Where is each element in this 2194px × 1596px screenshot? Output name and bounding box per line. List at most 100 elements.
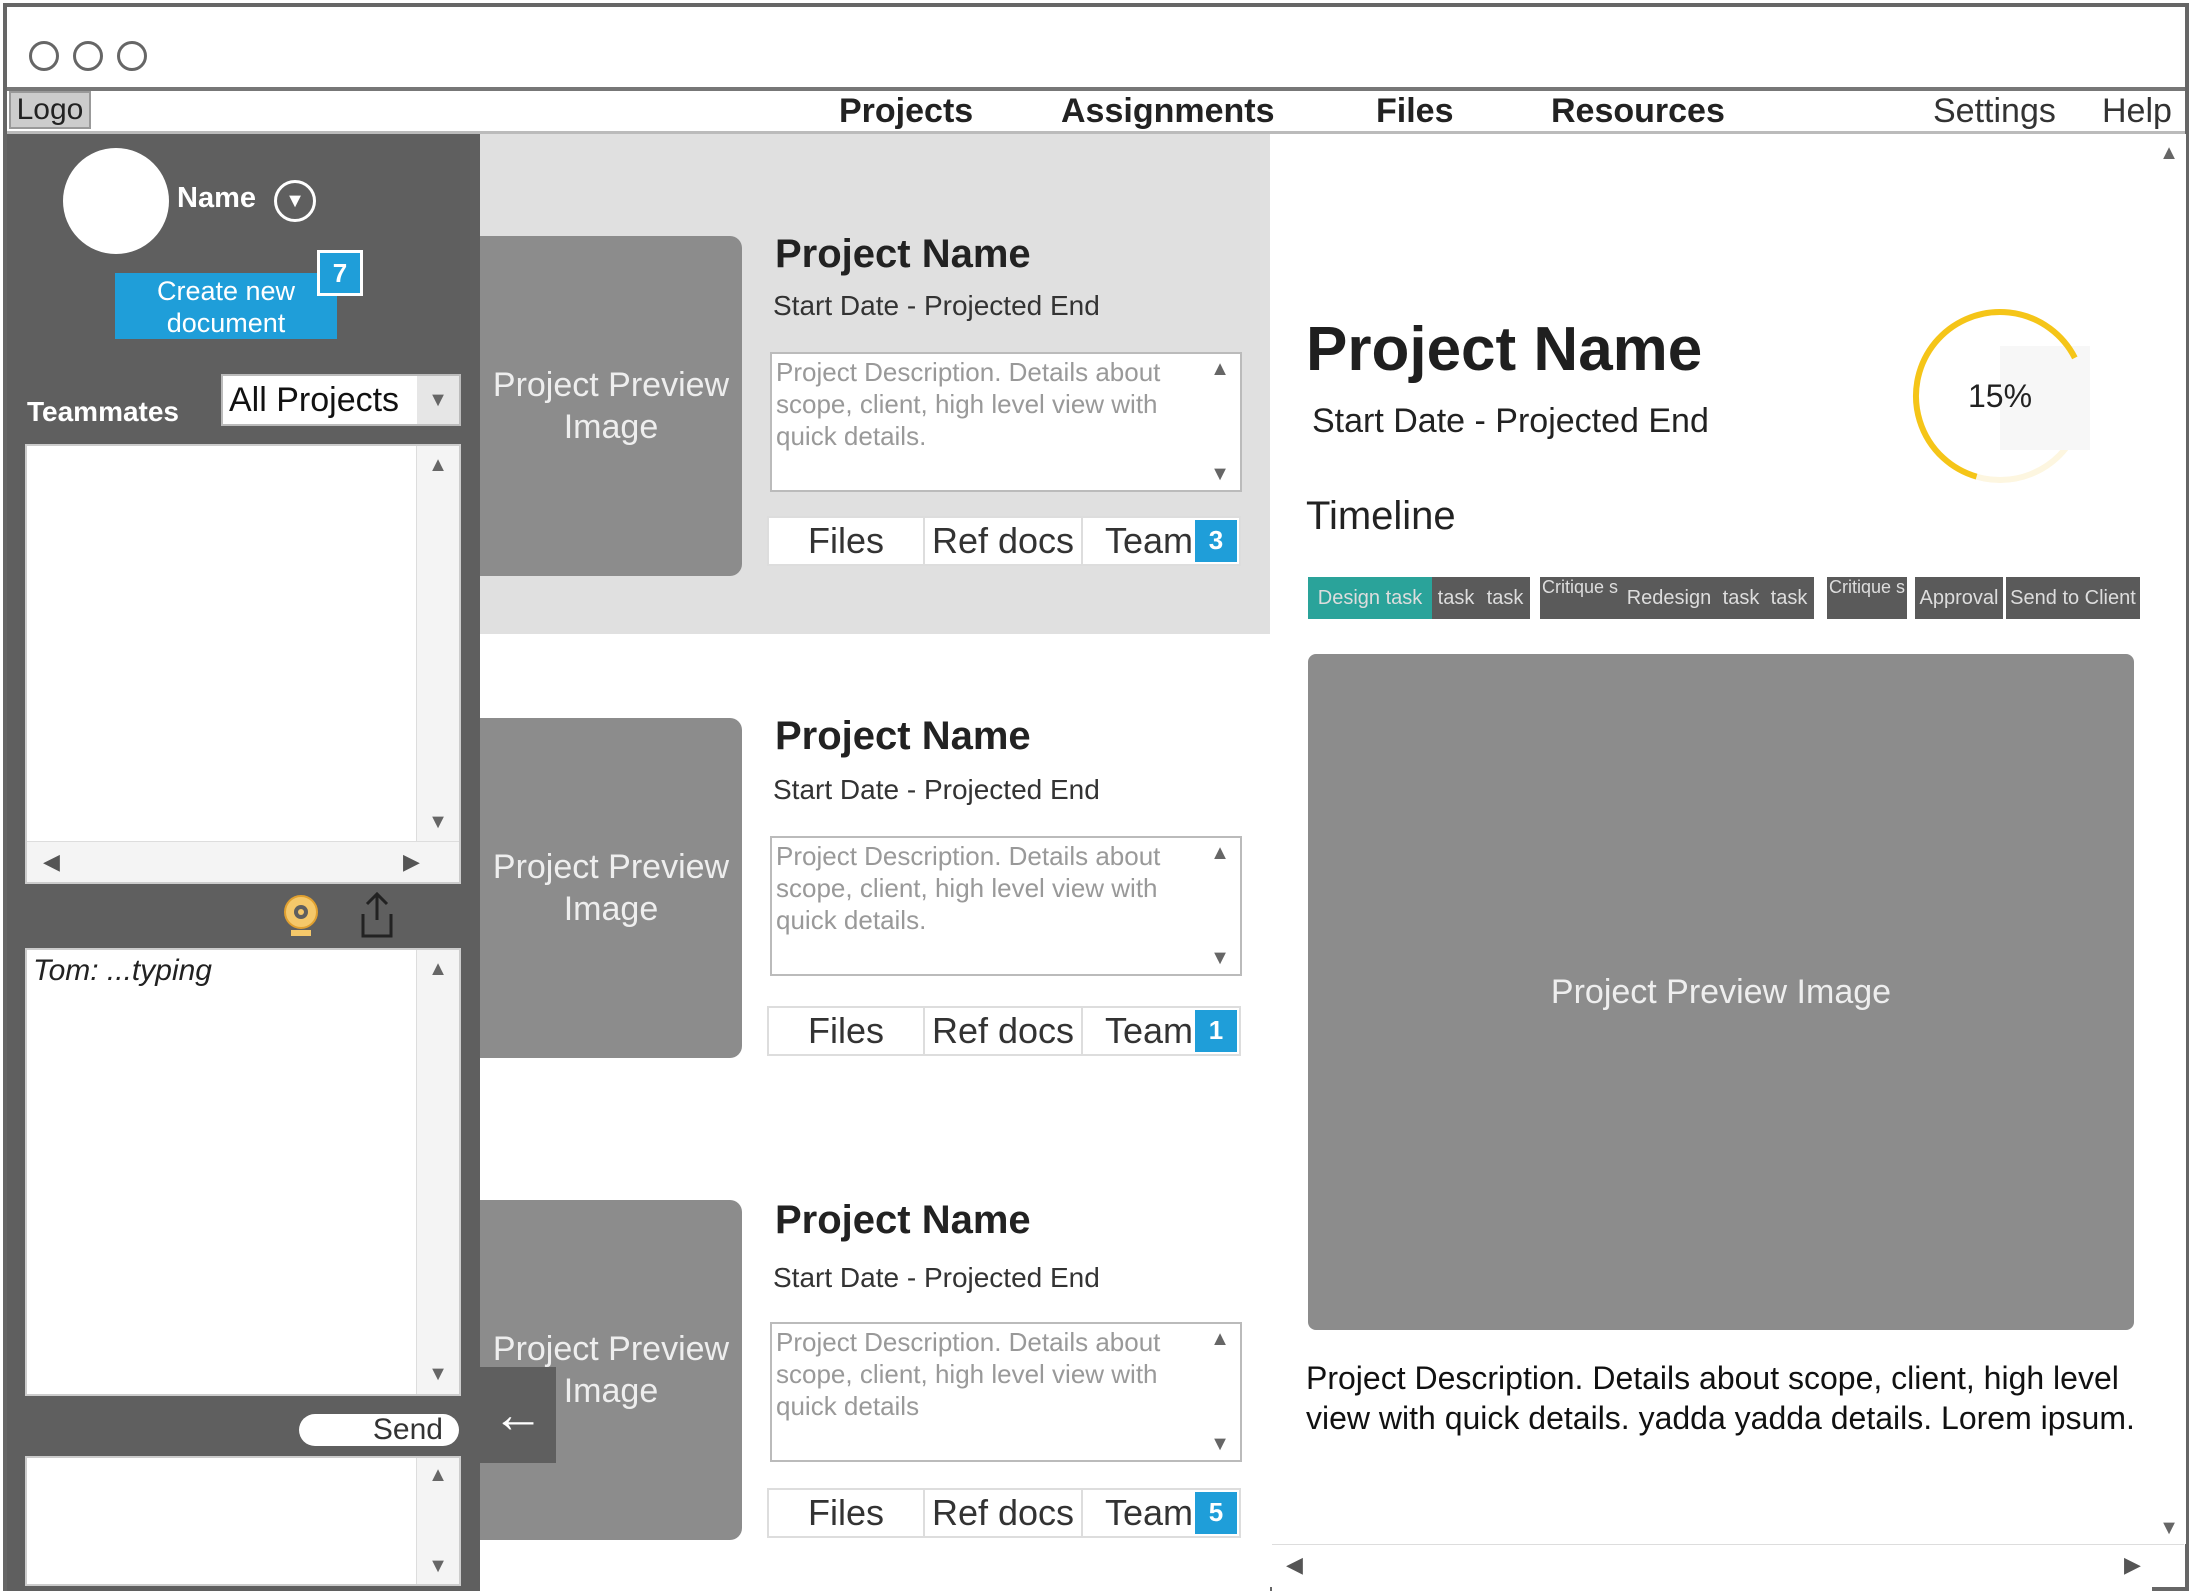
team-badge[interactable]: 5 bbox=[1193, 1490, 1239, 1536]
scroll-down-icon[interactable]: ▼ bbox=[1200, 463, 1240, 486]
tab-files[interactable]: Files bbox=[769, 518, 925, 564]
scroll-up-icon[interactable]: ▲ bbox=[417, 454, 459, 477]
chevron-down-icon[interactable]: ▼ bbox=[417, 376, 459, 424]
app-window: Logo Projects Assignments Files Resource… bbox=[3, 3, 2189, 1591]
tab-team[interactable]: Team bbox=[1083, 1008, 1193, 1054]
project-filter-select[interactable]: All Projects ▼ bbox=[221, 374, 461, 426]
project-preview-image[interactable]: Project Preview Image bbox=[480, 236, 742, 576]
scroll-right-icon[interactable]: ▶ bbox=[2124, 1545, 2141, 1585]
timeline-step-task[interactable]: task bbox=[1764, 577, 1814, 619]
project-description-box[interactable]: Project Description. Details about scope… bbox=[770, 352, 1242, 492]
scroll-left-icon[interactable]: ◀ bbox=[1286, 1545, 1303, 1585]
scroll-down-icon[interactable]: ▼ bbox=[417, 1555, 459, 1578]
tab-ref-docs[interactable]: Ref docs bbox=[925, 518, 1083, 564]
scroll-left-icon[interactable]: ◀ bbox=[43, 842, 60, 882]
timeline-step-send-to-client[interactable]: Send to Client bbox=[2006, 577, 2140, 619]
project-dates: Start Date - Projected End bbox=[773, 774, 1100, 805]
nav-resources[interactable]: Resources bbox=[1551, 91, 1725, 131]
share-icon[interactable] bbox=[355, 890, 399, 942]
teammates-horizontal-scrollbar[interactable]: ◀ ▶ bbox=[27, 841, 459, 882]
project-description-box[interactable]: Project Description. Details about scope… bbox=[770, 836, 1242, 976]
window-minimize-button[interactable] bbox=[73, 41, 103, 71]
chat-vertical-scrollbar[interactable]: ▲ ▼ bbox=[416, 950, 459, 1394]
user-menu-chevron-down-icon[interactable]: ▼ bbox=[274, 180, 316, 222]
nav-files[interactable]: Files bbox=[1376, 91, 1453, 131]
project-filter-value: All Projects bbox=[229, 381, 400, 419]
description-scrollbar[interactable]: ▲ ▼ bbox=[1200, 838, 1240, 974]
team-badge[interactable]: 1 bbox=[1193, 1008, 1239, 1054]
create-document-button[interactable]: Create new document bbox=[115, 273, 337, 339]
scroll-up-icon[interactable]: ▲ bbox=[1200, 358, 1240, 381]
description-scrollbar[interactable]: ▲ ▼ bbox=[1200, 354, 1240, 490]
project-tabs: Files Ref docs Team 1 bbox=[767, 1006, 1241, 1056]
project-detail: Project Name Start Date - Projected End … bbox=[1272, 134, 2152, 1591]
timeline-step-critiques[interactable]: Critique s bbox=[1827, 577, 1907, 619]
detail-vertical-scrollbar[interactable]: ▲ ▼ bbox=[2152, 134, 2186, 1544]
chat-input-scrollbar[interactable]: ▲ ▼ bbox=[416, 1458, 459, 1584]
timeline-step-task[interactable]: task bbox=[1432, 577, 1480, 619]
nav-help[interactable]: Help bbox=[2102, 91, 2172, 131]
user-name: Name bbox=[177, 182, 256, 214]
tab-files[interactable]: Files bbox=[769, 1490, 925, 1536]
timeline-step-approval[interactable]: Approval bbox=[1915, 577, 2003, 619]
nav-settings[interactable]: Settings bbox=[1933, 91, 2056, 131]
chat-history[interactable]: Tom: ...typing ▲ ▼ bbox=[25, 948, 461, 1396]
project-preview-image[interactable]: Project Preview Image bbox=[480, 718, 742, 1058]
window-maximize-button[interactable] bbox=[117, 41, 147, 71]
project-description-box[interactable]: Project Description. Details about scope… bbox=[770, 1322, 1242, 1462]
avatar[interactable] bbox=[63, 148, 169, 254]
timeline-step-critiques[interactable]: Critique s bbox=[1540, 577, 1620, 619]
tab-files[interactable]: Files bbox=[769, 1008, 925, 1054]
collapse-sidebar-arrow-left-icon[interactable]: ← bbox=[480, 1367, 556, 1463]
timeline-step-task[interactable]: task bbox=[1480, 577, 1530, 619]
detail-description: Project Description. Details about scope… bbox=[1306, 1360, 2135, 1436]
chat-input[interactable]: ▲ ▼ bbox=[25, 1456, 461, 1586]
teammates-label: Teammates bbox=[27, 396, 180, 427]
detail-preview-image[interactable]: Project Preview Image bbox=[1308, 654, 2134, 1330]
scroll-right-icon[interactable]: ▶ bbox=[403, 842, 420, 882]
teammates-vertical-scrollbar[interactable]: ▲ ▼ bbox=[416, 446, 459, 842]
project-title[interactable]: Project Name bbox=[775, 714, 1031, 759]
detail-dates: Start Date - Projected End bbox=[1312, 402, 1709, 440]
scroll-up-icon[interactable]: ▲ bbox=[417, 958, 459, 981]
logo[interactable]: Logo bbox=[9, 91, 91, 129]
project-title[interactable]: Project Name bbox=[775, 232, 1031, 277]
scroll-down-icon[interactable]: ▼ bbox=[1200, 1433, 1240, 1456]
notification-badge[interactable]: 7 bbox=[317, 250, 363, 296]
send-button[interactable]: Send bbox=[299, 1414, 459, 1446]
chat-typing-indicator: Tom: ...typing bbox=[33, 954, 212, 987]
project-tabs: Files Ref docs Team 5 bbox=[767, 1488, 1241, 1538]
scroll-up-icon[interactable]: ▲ bbox=[417, 1464, 459, 1487]
preview-label-line1: Project Preview bbox=[492, 848, 730, 886]
tab-ref-docs[interactable]: Ref docs bbox=[925, 1490, 1083, 1536]
scroll-up-icon[interactable]: ▲ bbox=[1200, 1328, 1240, 1351]
scroll-down-icon[interactable]: ▼ bbox=[417, 1363, 459, 1386]
project-description: Project Description. Details about scope… bbox=[776, 1327, 1161, 1421]
tab-ref-docs[interactable]: Ref docs bbox=[925, 1008, 1083, 1054]
detail-horizontal-scrollbar[interactable]: ◀ ▶ bbox=[1272, 1544, 2184, 1585]
timeline-label: Timeline bbox=[1306, 494, 1456, 538]
timeline-step-redesign[interactable]: Redesign bbox=[1620, 577, 1718, 619]
project-tabs: Files Ref docs Team 3 bbox=[767, 516, 1241, 566]
window-close-button[interactable] bbox=[29, 41, 59, 71]
scroll-down-icon[interactable]: ▼ bbox=[2152, 1517, 2186, 1540]
tab-team[interactable]: Team bbox=[1083, 1490, 1193, 1536]
scroll-up-icon[interactable]: ▲ bbox=[1200, 842, 1240, 865]
nav-assignments[interactable]: Assignments bbox=[1061, 91, 1275, 131]
tab-team[interactable]: Team bbox=[1083, 518, 1193, 564]
scroll-up-icon[interactable]: ▲ bbox=[2152, 142, 2186, 165]
preview-label-line1: Project Preview bbox=[492, 366, 730, 404]
webcam-icon[interactable] bbox=[279, 892, 323, 942]
preview-label-line2: Image bbox=[563, 890, 659, 928]
team-badge[interactable]: 3 bbox=[1193, 518, 1239, 564]
teammates-list[interactable]: ▲ ▼ ◀ ▶ bbox=[25, 444, 461, 884]
nav-projects[interactable]: Projects bbox=[839, 91, 973, 131]
project-title[interactable]: Project Name bbox=[775, 1198, 1031, 1243]
scroll-down-icon[interactable]: ▼ bbox=[1200, 947, 1240, 970]
project-description: Project Description. Details about scope… bbox=[776, 357, 1161, 451]
scroll-down-icon[interactable]: ▼ bbox=[417, 811, 459, 834]
timeline-step-task[interactable]: task bbox=[1718, 577, 1764, 619]
sidebar: Name ▼ Create new document 7 Teammates A… bbox=[7, 134, 480, 1591]
description-scrollbar[interactable]: ▲ ▼ bbox=[1200, 1324, 1240, 1460]
timeline-step-design-task[interactable]: Design task bbox=[1308, 577, 1432, 619]
